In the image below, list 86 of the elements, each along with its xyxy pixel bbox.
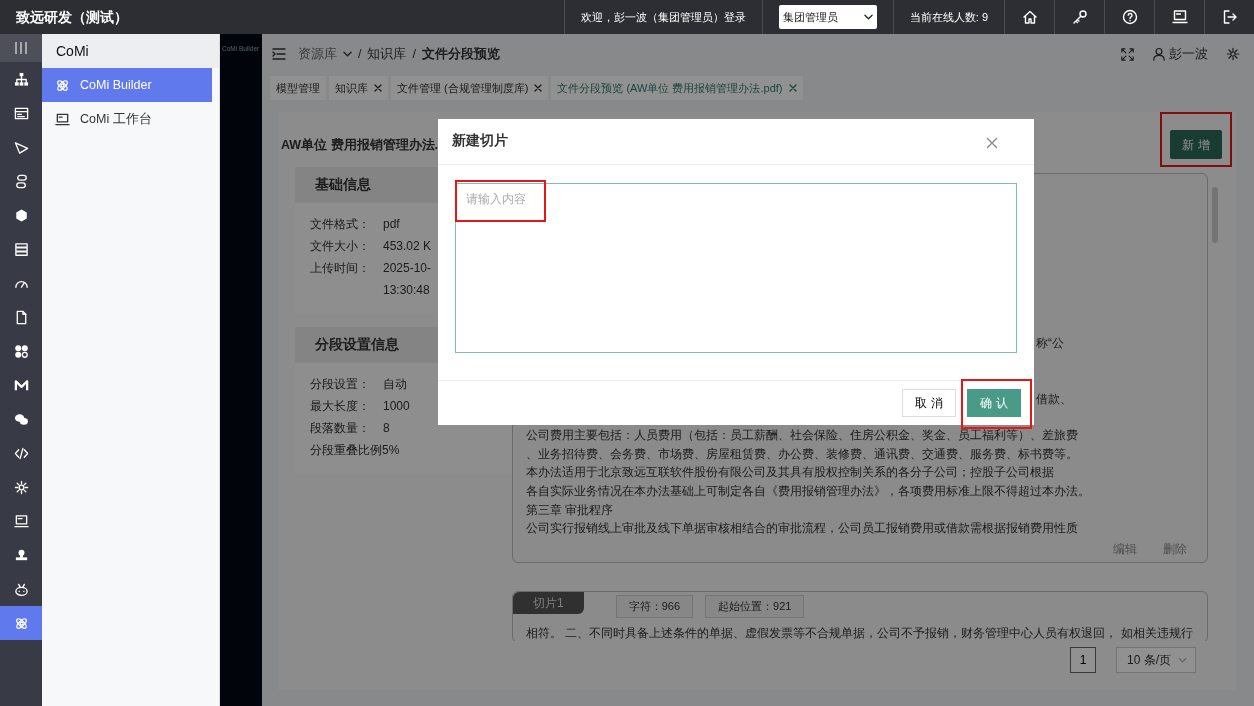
apps-icon bbox=[13, 343, 29, 359]
breadcrumb-link[interactable]: 知识库 bbox=[367, 44, 407, 64]
chunk-text: 第三章 审批程序 bbox=[526, 501, 615, 519]
robot-icon bbox=[13, 581, 29, 597]
breadcrumb-link[interactable]: 资源库 bbox=[298, 44, 337, 64]
field-label: 分段重叠比例 bbox=[310, 441, 382, 459]
tab[interactable]: 文件管理 (合规管理制度库) bbox=[391, 76, 549, 100]
cancel-button[interactable]: 取 消 bbox=[902, 389, 956, 417]
zigzag-icon bbox=[13, 377, 29, 393]
field-label: 文件大小： bbox=[310, 237, 371, 255]
add-button[interactable]: 新 增 bbox=[1170, 130, 1222, 159]
char-count: 字符：966 bbox=[615, 595, 694, 618]
confirm-button[interactable]: 确 认 bbox=[967, 389, 1021, 417]
document-title: AW单位 费用报销管理办法. bbox=[281, 137, 439, 154]
close-icon[interactable] bbox=[534, 84, 543, 92]
drag-handle-icon[interactable] bbox=[14, 42, 28, 54]
link-icon bbox=[13, 173, 29, 189]
panel-icon bbox=[13, 105, 29, 121]
chat-icon bbox=[13, 411, 29, 427]
close-icon[interactable] bbox=[374, 84, 382, 92]
chunk-text: 借款、 bbox=[1036, 390, 1073, 408]
chunk-text: 、业务招待费、会务费、市场费、房屋租赁费、办公费、装修费、通讯费、交通费、服务费、标书费等。 bbox=[526, 445, 1079, 463]
field-value: 1000 bbox=[383, 397, 410, 415]
breadcrumb-separator: / bbox=[358, 45, 362, 63]
field-label: 分段设置： bbox=[310, 375, 371, 393]
field-value: 453.02 K bbox=[383, 237, 432, 255]
chevron-down-icon bbox=[863, 14, 873, 20]
field-label: 最大长度： bbox=[310, 397, 371, 415]
gear-icon bbox=[13, 479, 29, 495]
chunk-tag: 切片1 bbox=[513, 592, 584, 614]
stack-icon bbox=[13, 241, 29, 257]
code-icon bbox=[13, 445, 29, 461]
field-label: 上传时间： bbox=[310, 259, 371, 277]
chunk-text: 公司实行报销线上审批及线下单据审核相结合的审批流程，公司员工报销费用或借款需根据报销费用性质 bbox=[526, 520, 1079, 538]
close-icon[interactable] bbox=[788, 84, 797, 92]
start-position: 起始位置：921 bbox=[705, 595, 805, 618]
chevron-down-icon bbox=[343, 51, 352, 57]
tab[interactable]: 模型管理 bbox=[270, 76, 326, 100]
orbit-icon bbox=[13, 615, 29, 631]
sidebar-title: CoMi bbox=[42, 34, 219, 68]
laptop-icon bbox=[55, 111, 70, 127]
welcome-text: 欢迎，彭一波（集团管理员）登录 bbox=[580, 9, 746, 25]
field-value: 2025-10- bbox=[383, 259, 432, 277]
field-value: 自动 bbox=[383, 375, 407, 393]
home-icon bbox=[1021, 9, 1038, 25]
role-select[interactable]: 集团管理员 bbox=[778, 5, 877, 29]
field-label: 文件格式： bbox=[310, 215, 371, 233]
org-chart-icon bbox=[13, 71, 29, 87]
chunk-text: 公司费用主要包括：人员费用（包括：员工薪酬、社会保险、住房公积金、奖金、员工福利等）、差旅费 bbox=[526, 427, 1079, 445]
tab[interactable]: 知识库 bbox=[329, 76, 388, 100]
page-size-select[interactable]: 10 条/页 bbox=[1116, 647, 1196, 673]
field-label: 段落数量： bbox=[310, 419, 371, 437]
settings-icon[interactable] bbox=[1226, 47, 1240, 61]
monitor-icon bbox=[13, 513, 29, 529]
hexagon-icon bbox=[13, 207, 29, 223]
app-title: 致远研发（测试） bbox=[15, 7, 128, 27]
monitor-icon bbox=[1171, 9, 1188, 25]
breadcrumb-current: 文件分段预览 bbox=[421, 45, 500, 63]
sidebar-item[interactable]: CoMi 工作台 bbox=[42, 102, 212, 136]
field-value: pdf bbox=[383, 215, 400, 233]
field-value: 5% bbox=[382, 441, 400, 459]
chunk-text: 本办法适用于北京致远互联软件股份有限公司及其具有股权控制关系的各分子公司；控股子公司根据 bbox=[526, 464, 1055, 482]
online-count: 当前在线人数: 9 bbox=[909, 9, 988, 25]
menu-icon[interactable] bbox=[272, 48, 286, 60]
stamp-icon bbox=[13, 547, 29, 563]
fullscreen-icon[interactable] bbox=[1121, 47, 1134, 61]
send-icon bbox=[13, 139, 29, 155]
breadcrumb-separator: / bbox=[412, 45, 416, 63]
modal-title: 新建切片 bbox=[452, 132, 508, 151]
chunk-text: 相符。 二、不同时具备上述条件的单据、虚假发票等不合规单据，公司不予报销，财务管理中心人员有权退回， 如相关违规行 bbox=[526, 624, 1194, 641]
field-value: 8 bbox=[383, 419, 390, 437]
tab[interactable]: 文件分段预览 (AW单位 费用报销管理办法.pdf) bbox=[551, 76, 803, 100]
chevron-down-icon bbox=[1178, 657, 1187, 663]
orbit-icon bbox=[55, 77, 70, 93]
sidebar-item[interactable]: CoMi Builder bbox=[42, 68, 212, 102]
field-value: 13:30:48 bbox=[383, 281, 431, 299]
chunk-text: 各自实际业务情况在本办法基础上可制定各自《费用报销管理办法》，各项费用标准上限不得超过本办法。 bbox=[526, 482, 1091, 500]
page-button[interactable]: 1 bbox=[1070, 647, 1096, 673]
key-icon bbox=[1071, 9, 1088, 25]
close-icon bbox=[986, 137, 998, 150]
help-icon bbox=[1121, 9, 1138, 25]
chunk-text: 称“公 bbox=[1036, 335, 1065, 352]
scrollbar-thumb[interactable] bbox=[1212, 187, 1218, 243]
logout-icon bbox=[1221, 9, 1238, 25]
user-icon bbox=[1152, 47, 1166, 61]
user-name[interactable]: 彭一波 bbox=[1169, 44, 1208, 64]
